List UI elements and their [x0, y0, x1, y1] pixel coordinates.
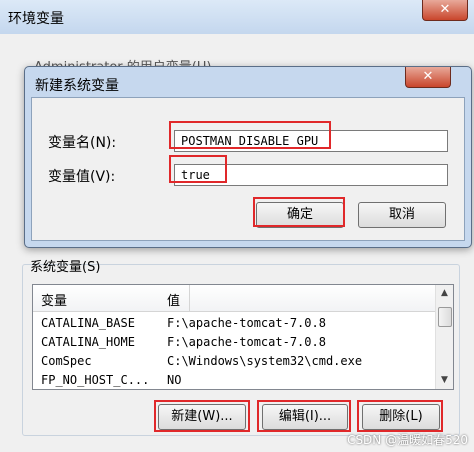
system-vars-list[interactable]: 变量 值 CATALINA_BASE F:\apache-tomcat-7.0.…: [32, 284, 454, 390]
variable-name-label: 变量名(N):: [48, 135, 117, 151]
column-header-variable[interactable]: 变量: [41, 290, 67, 309]
new-button-highlight: [154, 400, 250, 432]
watermark: CSDN @温暖如春520: [347, 433, 468, 447]
dialog-close-button[interactable]: ✕: [405, 67, 451, 88]
row-name: CATALINA_HOME: [41, 335, 135, 349]
row-value: F:\apache-tomcat-7.0.8: [167, 335, 326, 349]
new-system-variable-dialog: 新建系统变量 ✕ 变量名(N): POSTMAN_DISABLE_GPU 变量值…: [24, 66, 472, 248]
vertical-scrollbar[interactable]: ▲ ▼: [435, 285, 453, 389]
system-vars-label: 系统变量(S): [30, 260, 101, 275]
cancel-button[interactable]: 取消: [358, 202, 446, 228]
variable-value-label: 变量值(V):: [48, 169, 116, 185]
row-name: ComSpec: [41, 354, 92, 368]
scroll-up-arrow-icon[interactable]: ▲: [436, 285, 453, 302]
scroll-thumb[interactable]: [438, 307, 452, 327]
row-name: FP_NO_HOST_C...: [41, 373, 150, 387]
outer-close-button[interactable]: ✕: [422, 0, 468, 21]
row-name: CATALINA_BASE: [41, 316, 135, 330]
value-field-highlight: [169, 155, 227, 183]
row-value: NO: [167, 373, 182, 387]
outer-title: 环境变量: [8, 11, 64, 27]
edit-button-highlight: [257, 400, 351, 432]
table-row[interactable]: CATALINA_BASE F:\apache-tomcat-7.0.8: [33, 315, 435, 332]
scroll-down-arrow-icon[interactable]: ▼: [436, 372, 453, 389]
name-field-highlight: [169, 121, 331, 149]
table-row[interactable]: ComSpec C:\Windows\system32\cmd.exe: [33, 353, 435, 370]
outer-titlebar: 环境变量 ✕: [0, 0, 474, 34]
column-header-value[interactable]: 值: [167, 290, 180, 309]
table-row[interactable]: CATALINA_HOME F:\apache-tomcat-7.0.8: [33, 334, 435, 351]
delete-button-highlight: [357, 400, 443, 432]
ok-button-highlight: [253, 197, 345, 227]
table-row[interactable]: FP_NO_HOST_C... NO: [33, 372, 435, 389]
row-value: C:\Windows\system32\cmd.exe: [167, 354, 363, 368]
dialog-title: 新建系统变量: [35, 78, 119, 94]
dialog-body: 变量名(N): POSTMAN_DISABLE_GPU 变量值(V): true…: [31, 97, 465, 241]
column-separator[interactable]: [189, 285, 190, 311]
list-header: 变量 值: [33, 285, 435, 312]
row-value: F:\apache-tomcat-7.0.8: [167, 316, 326, 330]
